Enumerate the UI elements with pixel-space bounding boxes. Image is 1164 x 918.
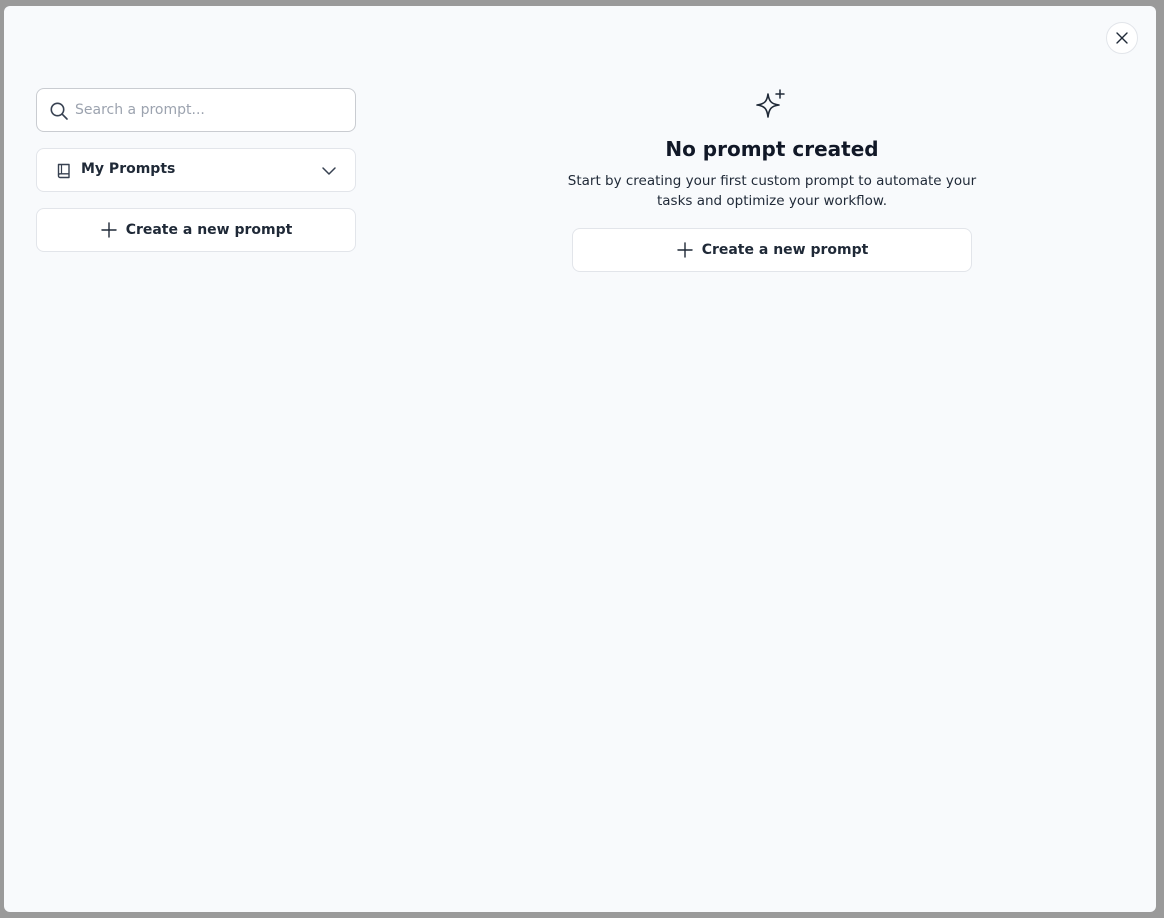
create-prompt-label: Create a new prompt (125, 222, 293, 238)
close-button[interactable] (1106, 22, 1138, 54)
search-input[interactable] (75, 89, 345, 131)
create-prompt-label: Create a new prompt (701, 242, 869, 258)
dropdown-selected-label: My Prompts (81, 161, 176, 177)
search-icon (50, 102, 68, 120)
sparkles-icon (756, 89, 785, 118)
prompt-category-dropdown[interactable]: My Prompts (36, 148, 356, 192)
book-icon (57, 163, 70, 179)
empty-state-title: No prompt created (665, 137, 879, 161)
plus-icon (676, 242, 693, 258)
create-prompt-button-main[interactable]: Create a new prompt (572, 228, 972, 272)
empty-state-description: Start by creating your first custom prom… (567, 173, 977, 209)
chevron-down-icon (322, 167, 336, 175)
create-prompt-button-sidebar[interactable]: Create a new prompt (36, 208, 356, 252)
close-icon (1116, 32, 1128, 44)
plus-icon (100, 222, 117, 238)
prompts-modal: My Prompts Create a new prompt No prompt… (4, 6, 1156, 912)
search-box[interactable] (36, 88, 356, 132)
